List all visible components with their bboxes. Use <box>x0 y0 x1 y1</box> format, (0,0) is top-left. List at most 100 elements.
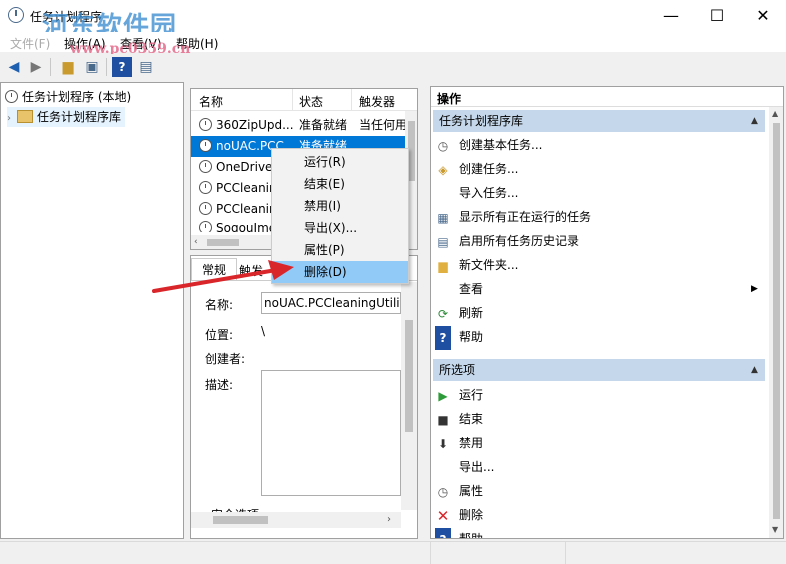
context-end[interactable]: 结束(E) <box>272 173 408 195</box>
table-row[interactable]: 360ZipUpd... 准备就绪 当任何用户... <box>191 115 405 136</box>
clock-icon <box>199 221 212 232</box>
section-selected-label: 所选项 <box>439 363 476 377</box>
run-icon: ▶ <box>438 388 448 403</box>
action-label: 帮助 <box>459 330 484 344</box>
close-button[interactable]: ✕ <box>740 0 786 32</box>
actions-vertical-scrollbar[interactable]: ▲ ▼ <box>769 107 783 538</box>
toolbar-separator <box>106 58 107 76</box>
tree-root[interactable]: 任务计划程序 (本地) <box>5 87 131 107</box>
disable-icon: ⬇ <box>437 436 449 451</box>
history-icon: ▤ <box>437 234 449 249</box>
action-help[interactable]: ? 帮助 <box>435 325 761 350</box>
action-label: 刷新 <box>459 306 484 320</box>
action-label: 删除 <box>459 508 484 522</box>
tree-item-task-library[interactable]: › 任务计划程序库 <box>7 107 126 127</box>
description-field[interactable] <box>261 370 401 496</box>
status-separator <box>430 542 431 564</box>
toolbar-separator <box>50 58 51 76</box>
minimize-button[interactable]: — <box>648 0 694 32</box>
column-separator <box>351 89 352 111</box>
actions-header: 操作 <box>431 87 783 107</box>
create-task-icon: ◈ <box>438 162 448 177</box>
scroll-left-icon[interactable]: ‹ <box>194 237 198 247</box>
action-help-selected[interactable]: ? 帮助 <box>435 527 494 538</box>
scroll-right-icon[interactable]: › <box>387 514 391 525</box>
title-bar: 任务计划程序 河东软件园 — ☐ ✕ <box>0 0 786 42</box>
column-name[interactable]: 名称 <box>199 93 223 110</box>
app-clock-icon <box>8 7 24 23</box>
location-value: \ <box>261 324 266 338</box>
action-label: 显示所有正在运行的任务 <box>459 210 592 224</box>
annotation-arrow <box>152 260 294 293</box>
name-label: 名称: <box>205 298 234 312</box>
location-label: 位置: <box>205 328 234 342</box>
section-task-library[interactable]: 任务计划程序库 ▲ <box>433 110 765 132</box>
clock-icon <box>199 202 212 215</box>
author-label: 创建者: <box>205 352 246 366</box>
action-run[interactable]: ▶ 运行 <box>435 383 494 407</box>
action-label: 属性 <box>459 484 484 498</box>
collapse-icon[interactable]: ▲ <box>751 110 758 132</box>
action-label: 创建基本任务... <box>459 138 543 152</box>
submenu-arrow-icon: ▶ <box>751 284 758 294</box>
clock-icon <box>199 139 212 152</box>
details-horizontal-scrollbar[interactable]: › <box>191 512 401 528</box>
action-end[interactable]: ■ 结束 <box>435 407 494 431</box>
scrollbar-thumb[interactable] <box>773 123 780 519</box>
arrow-head <box>268 260 294 280</box>
action-properties[interactable]: ◷ 属性 <box>435 479 494 503</box>
column-trigger[interactable]: 触发器 <box>359 93 395 110</box>
scroll-down-icon[interactable]: ▼ <box>772 525 778 534</box>
scrollbar-thumb[interactable] <box>405 320 413 432</box>
menu-file[interactable]: 文件(F) <box>10 35 50 52</box>
action-enable-history[interactable]: ▤ 启用所有任务历史记录 <box>435 229 761 253</box>
refresh-icon: ⟳ <box>437 306 449 321</box>
action-delete[interactable]: ✕ 删除 <box>435 503 494 527</box>
task-name: 360ZipUpd... <box>216 118 294 132</box>
action-create-basic-task[interactable]: ◷ 创建基本任务... <box>435 133 761 157</box>
scroll-up-icon[interactable]: ▲ <box>772 109 778 118</box>
tree-root-label: 任务计划程序 (本地) <box>22 90 132 104</box>
list-header: 名称 状态 触发器 <box>191 89 417 111</box>
delete-icon: ✕ <box>436 506 450 525</box>
column-status[interactable]: 状态 <box>299 93 323 110</box>
tree-child-label: 任务计划程序库 <box>37 110 122 124</box>
action-label: 结束 <box>459 412 484 426</box>
chevron-right-icon[interactable]: › <box>7 113 11 124</box>
scrollbar-thumb[interactable] <box>213 516 268 524</box>
context-export[interactable]: 导出(X)... <box>272 217 408 239</box>
context-disable[interactable]: 禁用(I) <box>272 195 408 217</box>
folder-icon <box>17 110 33 123</box>
folder-up-icon[interactable]: ▆ <box>58 57 78 77</box>
action-export[interactable]: 导出... <box>435 455 494 479</box>
stop-icon: ■ <box>437 412 449 427</box>
context-run[interactable]: 运行(R) <box>272 151 408 173</box>
action-disable[interactable]: ⬇ 禁用 <box>435 431 494 455</box>
action-refresh[interactable]: ⟳ 刷新 <box>435 301 761 325</box>
forward-arrow-icon[interactable]: ▶ <box>26 57 46 77</box>
maximize-button[interactable]: ☐ <box>694 0 740 32</box>
section-selected-item[interactable]: 所选项 ▲ <box>433 359 765 381</box>
action-show-running[interactable]: ▦ 显示所有正在运行的任务 <box>435 205 761 229</box>
scrollbar-thumb[interactable] <box>408 121 415 181</box>
action-new-folder[interactable]: ▆ 新文件夹... <box>435 253 761 277</box>
actions-pane: 操作 任务计划程序库 ▲ ◷ 创建基本任务... ◈ 创建任务... 导入任务...… <box>430 86 784 539</box>
help-icon[interactable]: ? <box>112 57 132 77</box>
scrollbar-thumb[interactable] <box>207 239 239 246</box>
action-view[interactable]: 查看 ▶ <box>435 277 761 301</box>
back-arrow-icon[interactable]: ◀ <box>4 57 24 77</box>
actions-title: 操作 <box>437 92 462 106</box>
action-pane-icon[interactable]: ▤ <box>136 57 156 77</box>
action-import-task[interactable]: 导入任务... <box>435 181 761 205</box>
collapse-icon[interactable]: ▲ <box>751 359 758 381</box>
toolbar: ◀ ▶ ▆ ▣ ? ▤ <box>0 54 786 80</box>
show-pane-icon[interactable]: ▣ <box>82 57 102 77</box>
details-vertical-scrollbar[interactable] <box>401 282 417 510</box>
action-label: 启用所有任务历史记录 <box>459 234 580 248</box>
clock-icon <box>199 160 212 173</box>
action-label: 创建任务... <box>459 162 519 176</box>
status-bar <box>0 541 786 564</box>
folder-icon: ▆ <box>438 258 448 273</box>
action-create-task[interactable]: ◈ 创建任务... <box>435 157 761 181</box>
selected-actions-list: ▶ 运行 ■ 结束 ⬇ 禁用 导出... ◷ 属性 ✕ 删除 ? 帮助 <box>435 383 494 538</box>
